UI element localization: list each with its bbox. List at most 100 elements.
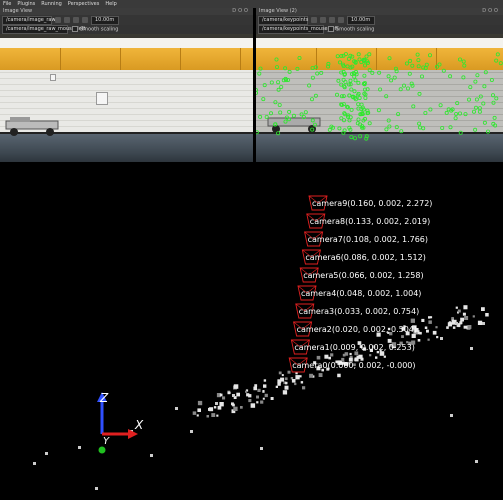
point-marker [208, 407, 211, 411]
fit-icon[interactable] [82, 17, 88, 23]
keypoint-marker [348, 78, 353, 83]
point-marker [427, 338, 430, 341]
save-icon[interactable] [64, 17, 70, 23]
point-marker [291, 379, 296, 383]
keypoint-marker [404, 61, 409, 66]
keypoint-marker [428, 107, 433, 112]
image-view-panel-left: Image View DOO /camera/image_raw 10.00m … [0, 8, 253, 162]
refresh-icon[interactable] [311, 17, 317, 23]
keypoint-marker [434, 64, 439, 69]
window-buttons[interactable]: DOO [482, 8, 503, 15]
camera-label: camera0(0.000, 0.002, -0.000) [292, 361, 415, 370]
keypoint-marker [417, 91, 422, 96]
point-marker [470, 347, 473, 350]
menu-help[interactable]: Help [105, 0, 116, 8]
keypoint-marker [423, 111, 428, 116]
keypoint-marker [357, 96, 362, 101]
point-marker [213, 406, 217, 409]
rotate-icon[interactable] [329, 17, 335, 23]
keypoint-marker [386, 74, 391, 79]
keypoint-marker [457, 57, 462, 62]
point-marker [233, 406, 238, 411]
point-marker [448, 321, 452, 324]
keypoint-marker [454, 112, 459, 117]
point-marker [248, 394, 252, 398]
checkbox-icon [72, 26, 78, 33]
smooth-scaling-checkbox[interactable]: Smooth scaling [328, 26, 374, 33]
point-marker [192, 411, 197, 415]
point-marker [281, 374, 284, 377]
keypoint-marker [392, 75, 397, 80]
point-marker [211, 413, 216, 417]
keypoint-marker [337, 126, 342, 131]
keypoint-marker [453, 116, 458, 121]
keypoint-marker [310, 75, 315, 80]
point-marker [309, 373, 314, 378]
point-marker [260, 447, 263, 450]
yellow-wall-band [0, 48, 253, 70]
menu-file[interactable]: File [3, 0, 11, 8]
menu-running[interactable]: Running [41, 0, 62, 8]
keypoint-marker [441, 68, 446, 73]
point-marker [344, 352, 349, 356]
point-marker [231, 402, 234, 406]
point-marker [401, 335, 404, 338]
fit-icon[interactable] [338, 17, 344, 23]
point-marker [452, 326, 456, 329]
keypoint-marker [276, 131, 281, 136]
keypoint-marker [490, 93, 495, 98]
keypoint-marker [416, 64, 421, 69]
keypoint-marker [398, 87, 403, 92]
keypoint-marker [448, 74, 453, 79]
save-icon[interactable] [320, 17, 326, 23]
keypoint-marker [310, 118, 315, 123]
point-marker [383, 355, 386, 358]
point-marker [240, 406, 243, 409]
point-marker [463, 305, 468, 310]
keypoint-marker [261, 97, 266, 102]
panel-subtoolbar: /camera/image_raw_mouse_left Smooth scal… [0, 25, 253, 34]
3d-scene-view[interactable]: camera9(0.160, 0.002, 2.272) camera8(0.13… [0, 162, 503, 500]
point-marker [285, 382, 288, 385]
keypoint-marker [407, 71, 412, 76]
keypoint-marker [477, 106, 482, 111]
mouse-topic-field[interactable]: /camera/image_raw_mouse_left [2, 25, 85, 34]
point-marker [426, 329, 429, 333]
keypoint-marker [287, 69, 292, 74]
keypoint-marker [349, 135, 354, 140]
point-marker [295, 375, 300, 380]
point-marker [485, 313, 489, 317]
menu-plugins[interactable]: Plugins [17, 0, 35, 8]
ceiling-beam [0, 38, 253, 48]
mouse-topic-field[interactable]: /camera/keypoints_mouse_left [258, 25, 338, 34]
keypoint-marker [319, 70, 324, 75]
point-marker [264, 393, 268, 398]
point-marker [256, 395, 259, 399]
point-marker [428, 320, 432, 324]
point-marker [421, 318, 425, 322]
point-marker [450, 414, 453, 417]
topic-select[interactable]: /camera/image_raw [2, 15, 56, 25]
point-marker [455, 322, 458, 325]
point-marker [299, 375, 302, 378]
zoom-field[interactable]: 10.00m [91, 15, 119, 25]
refresh-icon[interactable] [55, 17, 61, 23]
zoom-field[interactable]: 10.00m [347, 15, 375, 25]
point-marker [411, 333, 416, 338]
topic-select[interactable]: /camera/keypoints [258, 15, 308, 25]
keypoint-marker [286, 117, 291, 122]
smooth-scaling-label: Smooth scaling [80, 26, 119, 33]
keypoint-marker [313, 93, 318, 98]
keypoint-marker [349, 107, 354, 112]
keypoint-marker [440, 126, 445, 131]
camera-label: camera7(0.108, 0.002, 1.766) [308, 235, 428, 244]
menu-perspectives[interactable]: Perspectives [68, 0, 100, 8]
point-marker [435, 326, 438, 329]
window-buttons[interactable]: DOO [232, 8, 253, 15]
smooth-scaling-checkbox[interactable]: Smooth scaling [72, 26, 118, 33]
keypoint-marker [485, 129, 490, 134]
rotate-icon[interactable] [73, 17, 79, 23]
point-marker [455, 306, 458, 309]
keypoint-marker [276, 87, 281, 92]
keypoint-marker [287, 109, 292, 114]
